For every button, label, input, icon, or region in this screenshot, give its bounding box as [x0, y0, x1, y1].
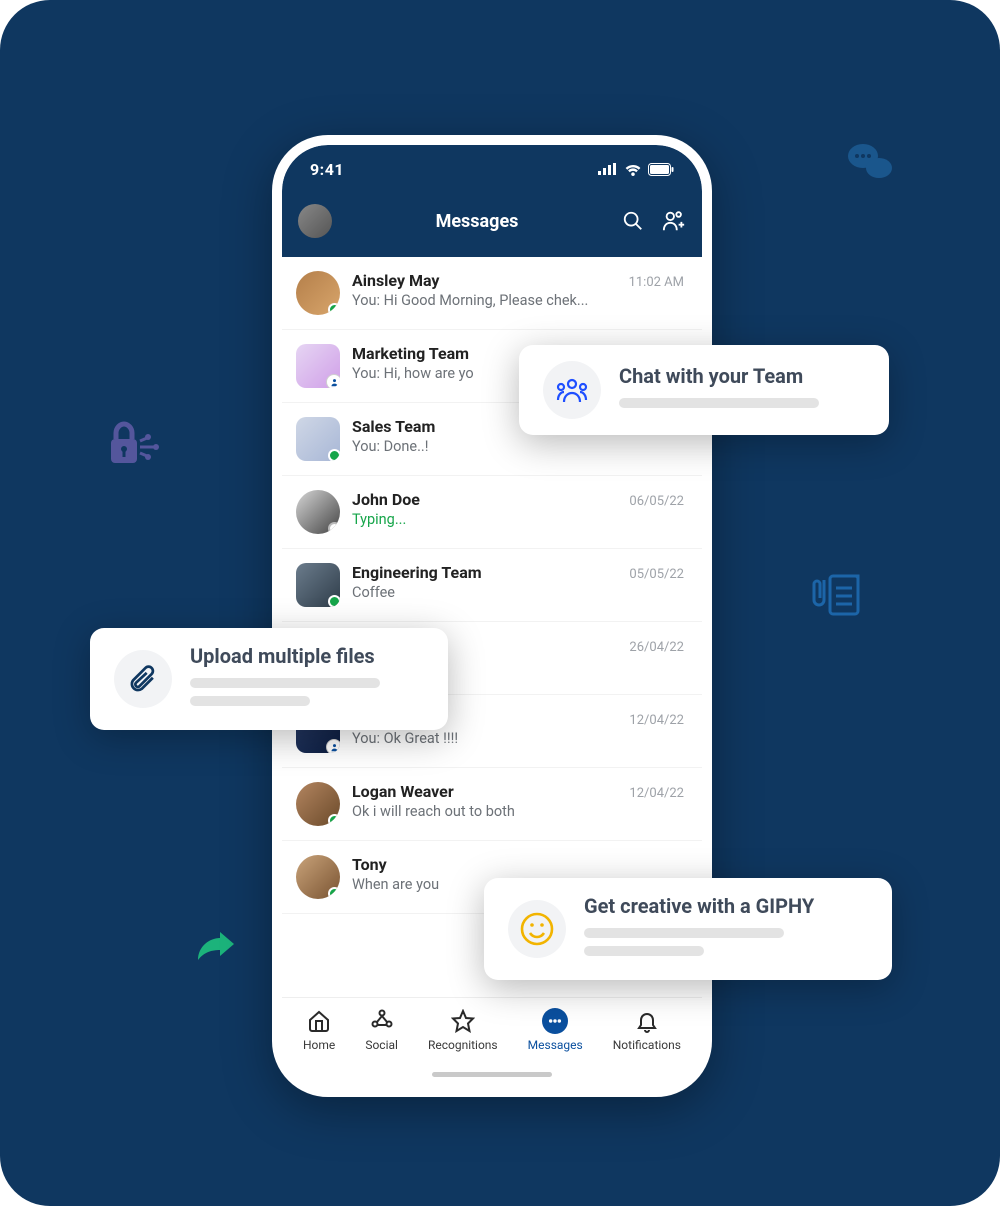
messages-icon: [542, 1008, 568, 1034]
presence-online-icon: [328, 595, 340, 607]
chat-name: John Doe: [352, 490, 420, 509]
bell-icon: [634, 1008, 660, 1034]
nav-notifications[interactable]: Notifications: [613, 1008, 681, 1052]
cellular-icon: [598, 163, 618, 175]
attachment-doc-icon: [812, 572, 862, 620]
chat-time: 12/04/22: [629, 713, 684, 728]
chat-row-ainsley-may[interactable]: Ainsley May 11:02 AM You: Hi Good Morning…: [282, 257, 702, 330]
status-bar: 9:41: [282, 145, 702, 193]
feature-card-giphy: Get creative with a GIPHY: [484, 878, 892, 980]
status-time: 9:41: [310, 160, 344, 179]
skeleton-line: [190, 696, 310, 706]
home-indicator[interactable]: [432, 1072, 552, 1077]
lock-icon: [108, 417, 168, 469]
feature-title: Get creative with a GIPHY: [584, 894, 814, 918]
chat-time: 12/04/22: [629, 786, 684, 801]
share-arrow-icon: [194, 930, 238, 966]
presence-online-icon: [328, 814, 340, 826]
nav-home[interactable]: Home: [303, 1008, 335, 1052]
skeleton-line: [584, 946, 704, 956]
avatar: [296, 344, 340, 388]
search-button[interactable]: [622, 210, 644, 232]
chat-preview: Coffee: [352, 584, 662, 601]
smiley-icon: [508, 900, 566, 958]
avatar-me[interactable]: [298, 204, 332, 238]
add-user-button[interactable]: [662, 210, 686, 232]
chat-name: Ainsley May: [352, 271, 439, 290]
chat-name: Marketing Team: [352, 344, 469, 363]
presence-away-icon: [328, 522, 340, 534]
chat-preview: You: Ok Great !!!!: [352, 730, 662, 747]
feature-title: Chat with your Team: [619, 364, 819, 388]
avatar: [296, 417, 340, 461]
canvas: 9:41 Messages: [0, 0, 1000, 1206]
chat-time: 05/05/22: [629, 567, 684, 582]
home-icon: [306, 1008, 332, 1034]
skeleton-line: [584, 928, 784, 938]
skeleton-line: [619, 398, 819, 408]
chat-content: Engineering Team 05/05/22 Coffee: [352, 563, 684, 601]
chat-name: Sales Team: [352, 417, 435, 436]
avatar: [296, 563, 340, 607]
nav-label: Home: [303, 1038, 335, 1052]
nav-recognitions[interactable]: Recognitions: [428, 1008, 498, 1052]
feature-card-team-chat: Chat with your Team: [519, 345, 889, 435]
presence-online-icon: [328, 303, 340, 315]
chat-name: Engineering Team: [352, 563, 482, 582]
nav-messages[interactable]: Messages: [528, 1008, 583, 1052]
chat-row-john-doe[interactable]: John Doe 06/05/22 Typing...: [282, 476, 702, 549]
chat-preview: You: Done..!: [352, 438, 662, 455]
chat-time: 26/04/22: [629, 640, 684, 655]
avatar: [296, 855, 340, 899]
chat-content: Ainsley May 11:02 AM You: Hi Good Morning…: [352, 271, 684, 309]
social-icon: [369, 1008, 395, 1034]
avatar: [296, 271, 340, 315]
chat-name: Tony: [352, 855, 387, 874]
feature-title: Upload multiple files: [190, 644, 380, 668]
team-icon: [543, 361, 601, 419]
chat-preview: Ok i will reach out to both: [352, 803, 662, 820]
nav-social[interactable]: Social: [365, 1008, 398, 1052]
feature-card-upload: Upload multiple files: [90, 628, 448, 730]
paperclip-icon: [114, 650, 172, 708]
chat-row-logan-weaver[interactable]: Logan Weaver 12/04/22 Ok i will reach out…: [282, 768, 702, 841]
chat-content: Logan Weaver 12/04/22 Ok i will reach out…: [352, 782, 684, 820]
status-icons: [598, 163, 674, 176]
nav-label: Messages: [528, 1038, 583, 1052]
nav-label: Notifications: [613, 1038, 681, 1052]
skeleton-line: [190, 678, 380, 688]
app-header: Messages: [282, 193, 702, 257]
chat-time: 11:02 AM: [629, 275, 684, 290]
battery-icon: [648, 163, 674, 176]
add-user-icon: [662, 210, 686, 232]
search-icon: [622, 210, 644, 232]
presence-online-icon: [328, 887, 340, 899]
nav-label: Social: [365, 1038, 398, 1052]
chat-name: Logan Weaver: [352, 782, 454, 801]
group-badge-icon: [326, 739, 340, 753]
chat-preview: Typing...: [352, 511, 662, 528]
chat-bubbles-icon: [847, 140, 895, 182]
nav-label: Recognitions: [428, 1038, 498, 1052]
star-icon: [450, 1008, 476, 1034]
group-badge-icon: [326, 374, 340, 388]
page-title: Messages: [332, 211, 622, 232]
chat-time: 06/05/22: [629, 494, 684, 509]
wifi-icon: [624, 163, 642, 176]
avatar: [296, 782, 340, 826]
avatar: [296, 490, 340, 534]
chat-content: John Doe 06/05/22 Typing...: [352, 490, 684, 528]
chat-preview: You: Hi Good Morning, Please chek...: [352, 292, 662, 309]
chat-row-engineering-team[interactable]: Engineering Team 05/05/22 Coffee: [282, 549, 702, 622]
presence-online-icon: [328, 449, 340, 461]
